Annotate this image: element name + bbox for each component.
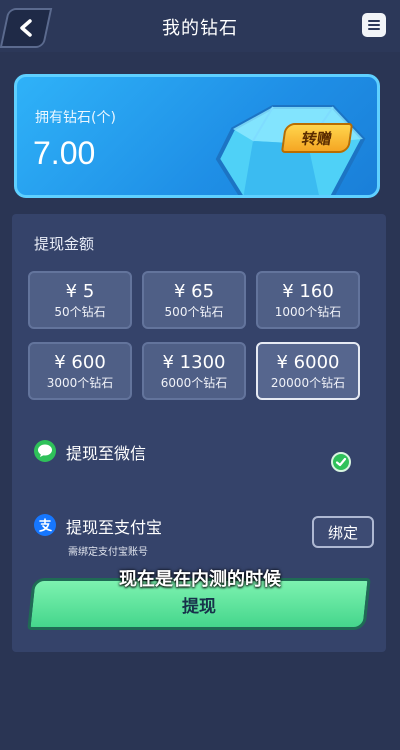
video-caption: 现在是在内测的时候 [119, 569, 281, 590]
amount-option-6000-selected[interactable]: ¥ 6000 20000个钻石 [256, 342, 360, 400]
wechat-option-label[interactable]: 提现至微信 [66, 440, 146, 464]
balance-value: 7.00 [33, 135, 96, 171]
amount-option-5[interactable]: ¥ 5 50个钻石 [28, 271, 132, 329]
amount-price: ¥ 600 [54, 352, 106, 373]
amount-diamonds: 1000个钻石 [274, 305, 342, 319]
menu-button[interactable] [362, 13, 386, 37]
bottom-background [0, 660, 400, 750]
amount-diamonds: 500个钻石 [164, 305, 224, 319]
alipay-icon [34, 514, 56, 536]
alipay-bind-hint: 需绑定支付宝账号 [68, 547, 148, 558]
amount-diamonds: 50个钻石 [54, 305, 106, 319]
withdraw-amount-label: 提现金额 [34, 235, 95, 253]
transfer-button[interactable]: 转赠 [280, 123, 354, 153]
amount-price: ¥ 5 [65, 281, 95, 302]
alipay-option-label[interactable]: 提现至支付宝 [66, 514, 162, 538]
amount-price: ¥ 160 [282, 281, 334, 302]
page-title: 我的钻石 [162, 18, 238, 39]
amount-price: ¥ 6000 [276, 352, 340, 373]
amount-option-160[interactable]: ¥ 160 1000个钻石 [256, 271, 360, 329]
amount-price: ¥ 65 [173, 281, 215, 302]
bind-alipay-button[interactable]: 绑定 [312, 516, 374, 548]
amount-diamonds: 3000个钻石 [46, 376, 114, 390]
balance-label: 拥有钻石(个) [35, 110, 116, 126]
wechat-selected-check-icon[interactable] [331, 452, 351, 472]
diamond-balance-card: 拥有钻石(个) 7.00 转赠 [14, 74, 380, 198]
amount-diamonds: 6000个钻石 [160, 376, 228, 390]
wechat-icon [34, 440, 56, 462]
amount-option-65[interactable]: ¥ 65 500个钻石 [142, 271, 246, 329]
amount-option-1300[interactable]: ¥ 1300 6000个钻石 [142, 342, 246, 400]
amount-price: ¥ 1300 [162, 352, 226, 373]
amount-diamonds: 20000个钻石 [270, 376, 346, 390]
top-bar: 我的钻石 [0, 0, 400, 52]
withdraw-button-label: 提现 [182, 596, 216, 617]
amount-option-600[interactable]: ¥ 600 3000个钻石 [28, 342, 132, 400]
